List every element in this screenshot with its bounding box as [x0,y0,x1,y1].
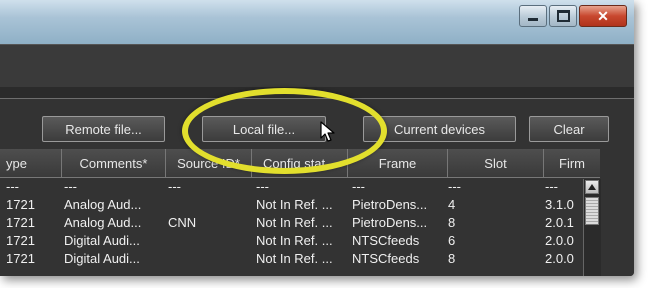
maximize-icon [550,6,576,26]
frame-cell: PietroDens... [352,215,428,230]
title-bar: ✕ [0,0,634,44]
table-row[interactable]: 1721 Digital Audi... Not In Ref. ... NTS… [0,250,582,268]
maximize-button[interactable] [549,5,577,27]
config-status-cell: Not In Ref. ... [256,251,333,266]
slot-cell: 6 [448,233,456,248]
comments-cell: --- [64,179,77,194]
firmware-cell: 3.1.0 [545,197,574,212]
comments-cell: Analog Aud... [64,215,142,230]
type-cell: --- [6,179,19,194]
source-id-cell [168,232,250,250]
firmware-cell: 2.0.1 [545,215,574,230]
type-cell: 1721 [6,251,35,266]
vertical-scrollbar[interactable] [583,179,601,276]
slot-cell: 8 [448,251,456,266]
source-id-cell [168,196,250,214]
minimize-icon [520,6,546,26]
config-status-cell: --- [256,179,269,194]
app-window: ✕ Remote file... Local file... Current d… [0,0,634,276]
frame-cell: PietroDens... [352,197,428,212]
frame-cell: --- [352,179,365,194]
minimize-button[interactable] [519,5,547,27]
type-cell: 1721 [6,197,35,212]
config-status-cell: Not In Ref. ... [256,215,333,230]
table-row[interactable]: 1721 Analog Aud... Not In Ref. ... Pietr… [0,196,582,214]
column-header-slot[interactable]: Slot [448,149,544,177]
scroll-up-icon[interactable] [585,180,599,194]
comments-cell: Analog Aud... [64,197,142,212]
comments-cell: Digital Audi... [64,233,140,248]
column-header-comments[interactable]: Comments* [62,149,166,177]
frame-cell: NTSCfeeds [352,233,420,248]
slot-cell: --- [448,179,461,194]
type-cell: 1721 [6,233,35,248]
source-id-cell: --- [168,179,181,194]
device-table: --- --- --- --- --- --- --- 1721 Analog … [0,178,582,268]
source-id-cell [168,250,250,268]
close-button[interactable]: ✕ [579,5,627,27]
slot-cell: 8 [448,215,456,230]
remote-file-button[interactable]: Remote file... [42,116,165,142]
table-row[interactable]: --- --- --- --- --- --- --- [0,178,582,196]
config-status-cell: Not In Ref. ... [256,197,333,212]
source-id-cell: CNN [168,215,197,230]
close-icon: ✕ [597,7,609,24]
column-header-type[interactable]: ype [0,149,62,177]
config-status-cell: Not In Ref. ... [256,233,333,248]
clear-button[interactable]: Clear [529,116,609,142]
firmware-cell: 2.0.0 [545,251,574,266]
frame-cell: NTSCfeeds [352,251,420,266]
comments-cell: Digital Audi... [64,251,140,266]
table-row[interactable]: 1721 Analog Aud... CNN Not In Ref. ... P… [0,214,582,232]
top-panel [0,44,634,87]
firmware-cell: 2.0.0 [545,233,574,248]
column-header-firmware[interactable]: Firm [544,149,600,177]
highlight-ellipse [182,88,387,174]
slot-cell: 4 [448,197,456,212]
table-row[interactable]: 1721 Digital Audi... Not In Ref. ... NTS… [0,232,582,250]
scroll-thumb[interactable] [585,197,599,225]
firmware-cell: --- [545,179,558,194]
type-cell: 1721 [6,215,35,230]
mouse-pointer-icon [320,121,335,142]
